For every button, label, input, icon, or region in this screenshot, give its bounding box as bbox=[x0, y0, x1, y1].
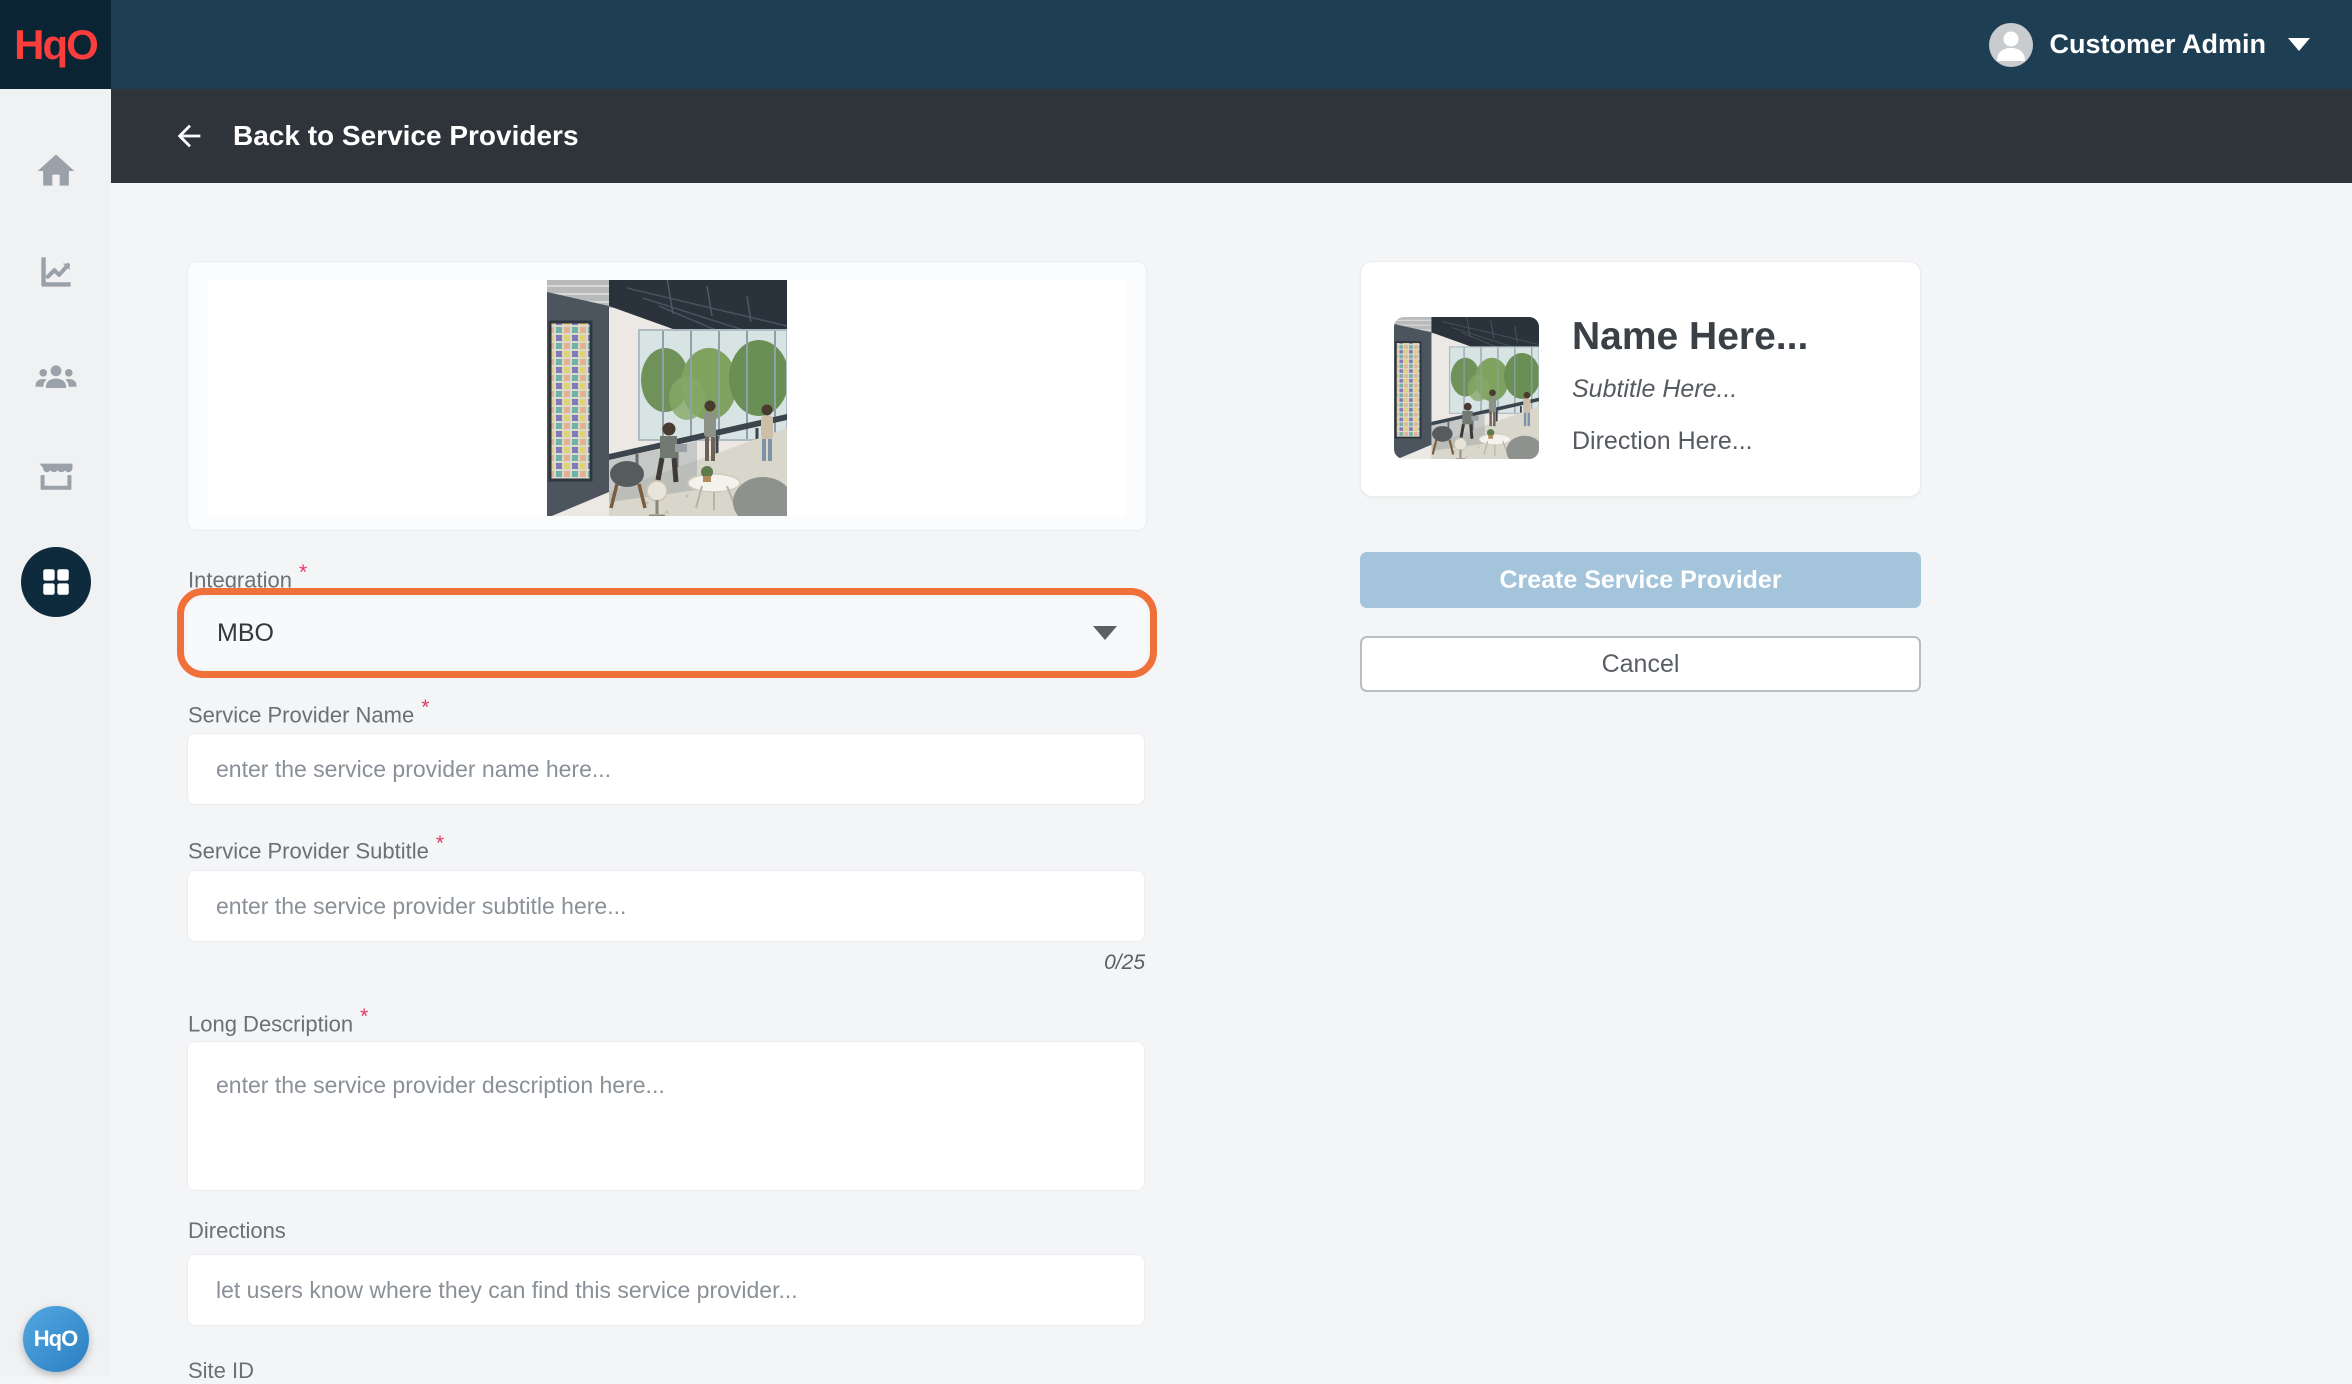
user-name: Customer Admin bbox=[2049, 29, 2266, 60]
storefront-icon bbox=[33, 454, 79, 500]
required-marker: * bbox=[360, 1005, 368, 1028]
arrow-left-icon bbox=[169, 119, 209, 153]
sidebar-item-analytics[interactable] bbox=[34, 250, 78, 294]
chevron-down-icon bbox=[2288, 38, 2310, 51]
back-button[interactable]: Back to Service Providers bbox=[169, 119, 579, 153]
cancel-button[interactable]: Cancel bbox=[1360, 636, 1921, 692]
annotation-highlight-ring: MBO bbox=[177, 588, 1157, 678]
name-label: Service Provider Name* bbox=[188, 696, 429, 728]
integration-selected-value: MBO bbox=[217, 619, 1093, 648]
grid-icon bbox=[38, 564, 74, 600]
back-button-label: Back to Service Providers bbox=[233, 120, 579, 152]
image-upload-inner bbox=[208, 280, 1126, 516]
subtitle-char-counter: 0/25 bbox=[1104, 951, 1145, 975]
hqo-logo[interactable]: HqO bbox=[0, 0, 111, 89]
required-marker: * bbox=[436, 832, 444, 855]
top-bar: HqO Customer Admin bbox=[0, 0, 2352, 89]
preview-panel: Name Here... Subtitle Here... Direction … bbox=[1360, 261, 1921, 761]
chat-widget-label: HqO bbox=[34, 1326, 77, 1352]
directions-label: Directions bbox=[188, 1218, 286, 1244]
preview-thumbnail bbox=[1394, 317, 1539, 459]
name-input[interactable] bbox=[187, 733, 1145, 805]
hqo-chat-widget[interactable]: HqO bbox=[23, 1306, 89, 1372]
sidebar: HqO bbox=[0, 89, 111, 1376]
service-provider-form: Integration* MBO Service Provider Name* … bbox=[187, 261, 1147, 1376]
integration-select[interactable]: MBO bbox=[187, 598, 1147, 668]
chart-line-icon bbox=[34, 250, 78, 294]
sidebar-item-storefront[interactable] bbox=[33, 454, 79, 500]
person-icon bbox=[1989, 23, 2033, 67]
site-id-label: Site ID bbox=[188, 1358, 254, 1384]
preview-direction: Direction Here... bbox=[1572, 427, 1753, 456]
long-description-textarea[interactable] bbox=[187, 1041, 1145, 1191]
office-photo bbox=[547, 280, 787, 516]
image-upload-area[interactable] bbox=[187, 261, 1147, 531]
user-menu[interactable]: Customer Admin bbox=[1989, 0, 2310, 89]
preview-subtitle: Subtitle Here... bbox=[1572, 375, 1737, 404]
home-icon bbox=[34, 149, 78, 193]
select-caret-icon bbox=[1093, 626, 1117, 640]
directions-input[interactable] bbox=[187, 1254, 1145, 1326]
preview-name: Name Here... bbox=[1572, 315, 1808, 359]
subtitle-label: Service Provider Subtitle* bbox=[188, 832, 444, 864]
page-header: Back to Service Providers bbox=[111, 89, 2352, 183]
long-description-label: Long Description* bbox=[188, 1005, 368, 1037]
required-marker: * bbox=[299, 561, 307, 584]
users-group-icon bbox=[32, 352, 80, 400]
user-avatar bbox=[1989, 23, 2033, 67]
sidebar-item-users[interactable] bbox=[32, 352, 80, 400]
sidebar-item-home[interactable] bbox=[34, 149, 78, 193]
required-marker: * bbox=[421, 696, 429, 719]
subtitle-input[interactable] bbox=[187, 870, 1145, 942]
hqo-logo-text: HqO bbox=[14, 21, 97, 69]
preview-card: Name Here... Subtitle Here... Direction … bbox=[1360, 261, 1921, 497]
create-service-provider-button[interactable]: Create Service Provider bbox=[1360, 552, 1921, 608]
sidebar-item-apps-active[interactable] bbox=[21, 547, 91, 617]
